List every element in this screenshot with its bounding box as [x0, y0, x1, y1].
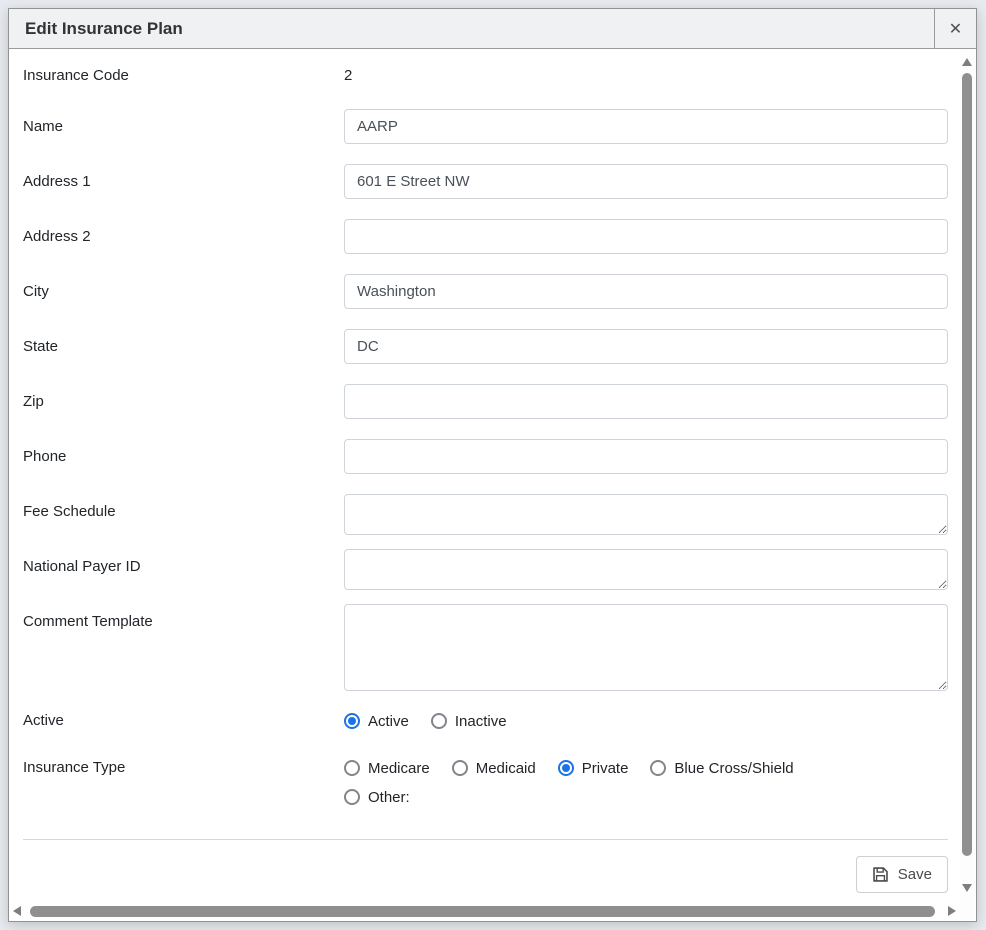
other-radio-dot[interactable]: [344, 789, 360, 805]
insurance-code-label: Insurance Code: [23, 67, 344, 85]
national-payer-id-row: National Payer ID: [23, 549, 948, 590]
save-icon: [872, 866, 889, 883]
dialog-body: Insurance Code 2 Name Address 1 Address …: [9, 50, 960, 905]
city-row: City: [23, 274, 948, 309]
comment-template-row: Comment Template: [23, 604, 948, 691]
comment-template-label: Comment Template: [23, 604, 344, 691]
name-label: Name: [23, 109, 344, 144]
phone-input[interactable]: [344, 439, 948, 474]
scroll-right-button[interactable]: [948, 906, 956, 916]
fee-schedule-textarea[interactable]: [344, 494, 948, 535]
city-label: City: [23, 274, 344, 309]
zip-row: Zip: [23, 384, 948, 419]
insurance-type-label: Insurance Type: [23, 756, 344, 809]
active-radio-dot[interactable]: [344, 713, 360, 729]
active-radio-label: Active: [368, 713, 409, 730]
dialog-footer: Save: [23, 856, 948, 893]
save-button-label: Save: [898, 866, 932, 883]
address2-input[interactable]: [344, 219, 948, 254]
inactive-radio-label: Inactive: [455, 713, 507, 730]
address1-row: Address 1: [23, 164, 948, 199]
private-radio-label: Private: [582, 760, 629, 777]
save-button[interactable]: Save: [856, 856, 948, 893]
medicaid-radio[interactable]: Medicaid: [452, 756, 536, 780]
vertical-scrollbar-thumb[interactable]: [962, 73, 972, 856]
blue-cross-shield-radio[interactable]: Blue Cross/Shield: [650, 756, 793, 780]
fee-schedule-label: Fee Schedule: [23, 494, 344, 535]
address2-row: Address 2: [23, 219, 948, 254]
scroll-down-button[interactable]: [962, 884, 972, 892]
close-button[interactable]: ✕: [934, 9, 976, 48]
name-row: Name: [23, 109, 948, 144]
name-input[interactable]: [344, 109, 948, 144]
zip-label: Zip: [23, 384, 344, 419]
national-payer-id-textarea[interactable]: [344, 549, 948, 590]
comment-template-textarea[interactable]: [344, 604, 948, 691]
dialog-title: Edit Insurance Plan: [9, 9, 934, 48]
active-radio-group: Active Inactive: [344, 709, 948, 733]
private-radio[interactable]: Private: [558, 756, 629, 780]
blue-cross-shield-radio-dot[interactable]: [650, 760, 666, 776]
edit-insurance-plan-dialog: Edit Insurance Plan ✕ Insurance Code 2 N…: [8, 8, 977, 922]
insurance-type-row: Insurance Type Medicare Medicaid Private: [23, 756, 948, 809]
vertical-scrollbar[interactable]: [960, 49, 975, 920]
active-row: Active Active Inactive: [23, 709, 948, 733]
phone-row: Phone: [23, 439, 948, 474]
address2-label: Address 2: [23, 219, 344, 254]
medicaid-radio-dot[interactable]: [452, 760, 468, 776]
medicare-radio[interactable]: Medicare: [344, 756, 430, 780]
blue-cross-shield-radio-label: Blue Cross/Shield: [674, 760, 793, 777]
insurance-code-row: Insurance Code 2: [23, 67, 948, 85]
fee-schedule-row: Fee Schedule: [23, 494, 948, 535]
state-label: State: [23, 329, 344, 364]
city-input[interactable]: [344, 274, 948, 309]
inactive-radio-dot[interactable]: [431, 713, 447, 729]
phone-label: Phone: [23, 439, 344, 474]
active-label: Active: [23, 709, 344, 733]
scroll-up-button[interactable]: [962, 58, 972, 66]
dialog-header: Edit Insurance Plan ✕: [9, 9, 976, 49]
scroll-left-button[interactable]: [13, 906, 21, 916]
state-input[interactable]: [344, 329, 948, 364]
state-row: State: [23, 329, 948, 364]
footer-divider: [23, 839, 948, 840]
medicaid-radio-label: Medicaid: [476, 760, 536, 777]
address1-input[interactable]: [344, 164, 948, 199]
other-radio[interactable]: Other:: [344, 785, 410, 809]
private-radio-dot[interactable]: [558, 760, 574, 776]
zip-input[interactable]: [344, 384, 948, 419]
horizontal-scrollbar-thumb[interactable]: [30, 906, 935, 917]
medicare-radio-label: Medicare: [368, 760, 430, 777]
insurance-type-radio-group: Medicare Medicaid Private Blue Cross/Shi…: [344, 756, 948, 809]
national-payer-id-label: National Payer ID: [23, 549, 344, 590]
medicare-radio-dot[interactable]: [344, 760, 360, 776]
close-icon: ✕: [949, 19, 962, 39]
address1-label: Address 1: [23, 164, 344, 199]
active-radio[interactable]: Active: [344, 709, 409, 733]
horizontal-scrollbar[interactable]: [10, 905, 959, 918]
inactive-radio[interactable]: Inactive: [431, 709, 507, 733]
insurance-code-value: 2: [344, 67, 352, 84]
other-radio-label: Other:: [368, 789, 410, 806]
